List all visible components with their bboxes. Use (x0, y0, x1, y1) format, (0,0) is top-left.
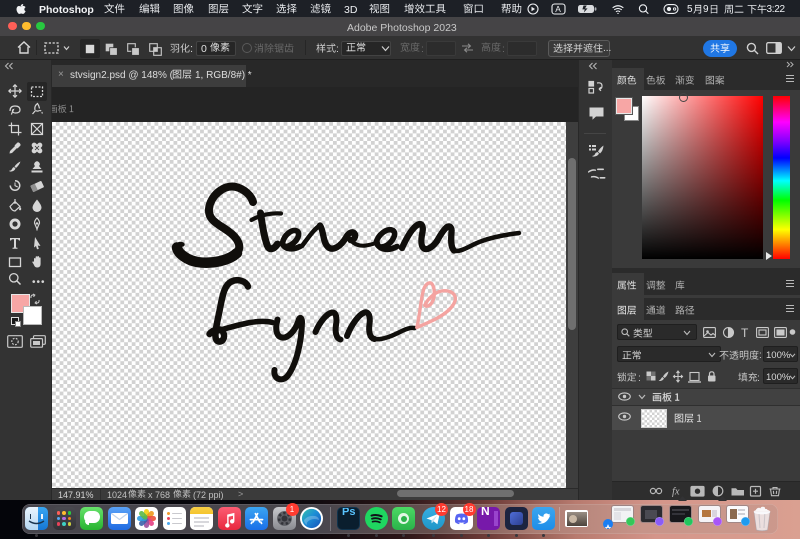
svg-text:T: T (741, 326, 749, 339)
svg-text:A: A (555, 4, 561, 14)
